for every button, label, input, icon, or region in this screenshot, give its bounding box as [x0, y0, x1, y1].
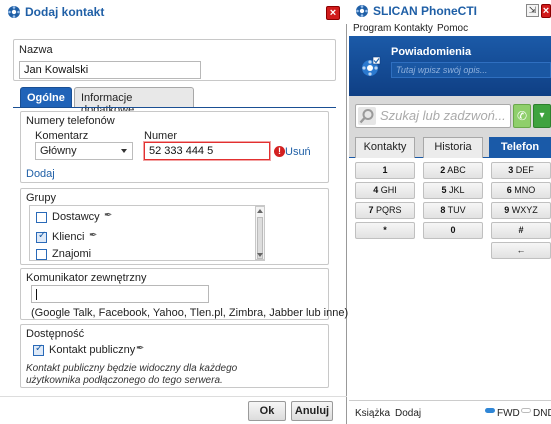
group-label-dostawcy: Dostawcy — [52, 211, 100, 223]
menu-pomoc[interactable]: Pomoc — [437, 23, 468, 34]
tab-kontakty[interactable]: Kontakty — [355, 137, 415, 158]
comment-select[interactable]: Główny — [35, 142, 133, 160]
tab-telefon[interactable]: Telefon — [489, 137, 551, 158]
dialog-footer-divider — [0, 396, 347, 397]
availability-legend: Dostępność — [26, 328, 85, 340]
tab-general[interactable]: Ogólne — [20, 87, 72, 108]
key-star[interactable]: * — [355, 222, 415, 239]
cti-tabs: Kontakty Historia Telefon — [349, 136, 551, 158]
dnd-label[interactable]: DND — [533, 408, 551, 419]
menu-program[interactable]: Program — [353, 23, 391, 34]
dialog-title: Dodaj kontakt — [25, 5, 105, 19]
phone-numbers-legend: Numery telefonów — [26, 115, 115, 127]
group-checkbox-klienci[interactable] — [36, 230, 47, 243]
scroll-up-icon[interactable] — [257, 209, 263, 213]
messenger-input[interactable] — [31, 285, 209, 303]
tab-underline — [13, 107, 336, 108]
comment-label: Komentarz — [35, 130, 89, 142]
group-checkbox-dostawcy[interactable] — [36, 212, 47, 223]
status-add-link[interactable]: Dodaj — [395, 408, 421, 419]
chevron-down-icon — [121, 149, 127, 153]
availability-fieldset: Dostępność Kontakt publiczny ✒ Kontakt p… — [20, 324, 329, 388]
key-hash[interactable]: # — [491, 222, 551, 239]
key-5[interactable]: 5 JKL — [423, 182, 483, 199]
edit-pen-icon[interactable]: ✒ — [136, 343, 144, 354]
slican-logo-icon — [8, 6, 20, 18]
group-label-klienci: Klienci — [52, 231, 85, 243]
key-8[interactable]: 8 TUV — [423, 202, 483, 219]
cancel-button[interactable]: Anuluj — [291, 401, 333, 421]
groups-list: Dostawcy ✒ Klienci ✒ Znajomi — [29, 205, 265, 261]
name-fieldset: Nazwa Jan Kowalski — [13, 39, 336, 81]
groups-scrollbar[interactable] — [255, 206, 265, 260]
key-0[interactable]: 0 — [423, 222, 483, 239]
public-contact-checkbox[interactable] — [33, 343, 44, 356]
groups-fieldset: Grupy Dostawcy ✒ Klienci ✒ Znajomi — [20, 188, 329, 265]
ok-button[interactable]: Ok — [248, 401, 286, 421]
search-icon — [358, 107, 376, 125]
edit-pen-icon[interactable]: ✒ — [104, 210, 112, 221]
cti-statusbar: Książka Dodaj FWD DND — [349, 400, 551, 424]
comment-select-value: Główny — [40, 145, 77, 157]
scroll-down-icon[interactable] — [257, 253, 263, 257]
public-contact-note: Kontakt publiczny będzie widoczny dla ka… — [26, 363, 238, 386]
edit-pen-icon[interactable]: ✒ — [89, 230, 97, 241]
error-icon: ! — [274, 146, 285, 157]
key-1[interactable]: 1 — [355, 162, 415, 179]
text-caret — [36, 288, 37, 300]
search-input[interactable]: Szukaj lub zadzwoń... — [355, 104, 511, 128]
tab-historia[interactable]: Historia — [423, 137, 483, 158]
call-button[interactable]: ✆ — [513, 104, 531, 128]
fwd-indicator-icon — [485, 408, 495, 413]
dial-keypad: 1 2 ABC 3 DEF 4 GHI 5 JKL 6 MNO 7 PQRS 8… — [349, 158, 551, 278]
cti-menubar: Program Kontakty Pomoc — [349, 22, 551, 36]
name-label: Nazwa — [19, 44, 53, 56]
notification-icon — [362, 56, 381, 76]
status-book-link[interactable]: Książka — [355, 408, 390, 419]
phonecti-window: SLICAN PhoneCTI ⇲ × Program Kontakty Pom… — [349, 0, 551, 424]
key-4[interactable]: 4 GHI — [355, 182, 415, 199]
call-options-icon[interactable]: ▾ — [533, 104, 551, 128]
group-checkbox-znajomi[interactable] — [36, 249, 47, 260]
notifications-panel: Powiadomienia Tutaj wpisz swój opis... — [349, 36, 551, 96]
search-bar: Szukaj lub zadzwoń... ✆ ▾ — [349, 96, 551, 136]
phone-number-input[interactable]: 52 333 444 5 — [144, 142, 270, 160]
delete-number-link[interactable]: Usuń — [285, 146, 311, 158]
cti-title: SLICAN PhoneCTI — [373, 4, 477, 18]
messenger-legend: Komunikator zewnętrzny — [26, 272, 147, 284]
phone-numbers-fieldset: Numery telefonów Komentarz Numer Główny … — [20, 111, 329, 183]
messenger-hint: (Google Talk, Facebook, Yahoo, Tlen.pl, … — [31, 307, 349, 319]
tab-additional-info[interactable]: Informacje dodatkowe — [74, 87, 194, 116]
menu-kontakty[interactable]: Kontakty — [394, 23, 433, 34]
key-2[interactable]: 2 ABC — [423, 162, 483, 179]
dnd-indicator-icon — [521, 408, 531, 413]
cti-titlebar: SLICAN PhoneCTI ⇲ × — [349, 0, 551, 22]
dialog-titlebar: Dodaj kontakt × — [0, 0, 347, 24]
key-7[interactable]: 7 PQRS — [355, 202, 415, 219]
notifications-title: Powiadomienia — [391, 46, 472, 58]
search-placeholder: Szukaj lub zadzwoń... — [380, 108, 506, 123]
fwd-label[interactable]: FWD — [497, 408, 520, 419]
close-icon[interactable]: × — [326, 6, 340, 20]
key-9[interactable]: 9 WXYZ — [491, 202, 551, 219]
name-input[interactable]: Jan Kowalski — [19, 61, 201, 79]
group-label-znajomi: Znajomi — [52, 248, 92, 260]
public-contact-label: Kontakt publiczny — [49, 344, 136, 356]
backspace-icon[interactable]: ← — [491, 242, 551, 259]
close-icon[interactable]: × — [541, 4, 551, 18]
slican-logo-icon — [356, 5, 368, 17]
key-6[interactable]: 6 MNO — [491, 182, 551, 199]
groups-legend: Grupy — [26, 192, 56, 204]
key-3[interactable]: 3 DEF — [491, 162, 551, 179]
add-contact-dialog: Dodaj kontakt × Nazwa Jan Kowalski Ogóln… — [0, 0, 348, 424]
messenger-fieldset: Komunikator zewnętrzny (Google Talk, Fac… — [20, 268, 348, 320]
add-number-link[interactable]: Dodaj — [26, 168, 55, 180]
number-label: Numer — [144, 130, 178, 142]
status-description-input[interactable]: Tutaj wpisz swój opis... — [391, 62, 551, 78]
pin-icon[interactable]: ⇲ — [526, 4, 539, 17]
